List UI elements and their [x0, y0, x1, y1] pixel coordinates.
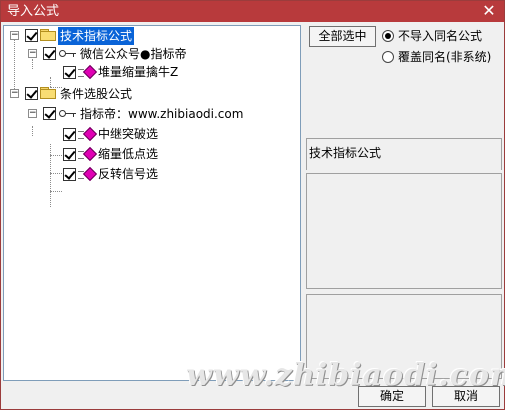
- cancel-button[interactable]: 取消: [432, 386, 500, 407]
- checkbox-group-site[interactable]: [43, 107, 56, 120]
- checkbox-item[interactable]: [63, 66, 76, 79]
- key-icon: [59, 109, 77, 119]
- import-formula-dialog: 导入公式 ✕ − 技术指标公式 − 微信公众号●指标帝 堆量缩量擒牛Z − 条件…: [0, 0, 505, 410]
- tree-item-formula[interactable]: 堆量缩量擒牛Z: [4, 63, 300, 81]
- checkbox-group-wechat[interactable]: [43, 47, 56, 60]
- collapse-icon[interactable]: −: [28, 49, 37, 58]
- collapse-icon[interactable]: −: [10, 31, 19, 40]
- checkbox-item[interactable]: [63, 148, 76, 161]
- formula-icon: [78, 166, 98, 182]
- collapse-icon[interactable]: −: [28, 109, 37, 118]
- tree-item-label[interactable]: 反转信号选: [98, 165, 158, 183]
- radio-skip-duplicates[interactable]: [382, 30, 394, 42]
- description-box: [306, 173, 502, 289]
- checkbox-item[interactable]: [63, 128, 76, 141]
- tree-root-label[interactable]: 技术指标公式: [58, 27, 135, 45]
- tree-group-label[interactable]: 指标帝：www.zhibiaodi.com: [80, 105, 243, 123]
- folder-icon: [40, 87, 56, 99]
- tree-item-formula[interactable]: 反转信号选: [4, 165, 300, 183]
- tree-group-wechat[interactable]: − 微信公众号●指标帝: [4, 45, 300, 63]
- panel-title: 技术指标公式: [309, 146, 382, 160]
- radio-skip-duplicates-label[interactable]: 不导入同名公式: [398, 29, 482, 43]
- tree-group-label[interactable]: 微信公众号●指标帝: [80, 45, 186, 63]
- tree-guide: [50, 191, 62, 192]
- tree-root-tech-indicators[interactable]: − 技术指标公式: [4, 27, 300, 45]
- checkbox-root-tech[interactable]: [25, 29, 38, 42]
- folder-icon: [40, 29, 56, 41]
- key-icon: [59, 49, 77, 59]
- formula-icon: [78, 126, 98, 142]
- tree-group-site[interactable]: − 指标帝：www.zhibiaodi.com: [4, 105, 300, 123]
- formula-icon: [78, 64, 98, 80]
- tree-item-label[interactable]: 堆量缩量擒牛Z: [98, 63, 178, 81]
- tree-root-label[interactable]: 条件选股公式: [60, 85, 132, 103]
- radio-overwrite[interactable]: [382, 51, 394, 63]
- tree-item-label[interactable]: 缩量低点选: [98, 145, 158, 163]
- tree-root-stock-selection[interactable]: − 条件选股公式: [4, 85, 300, 103]
- radio-overwrite-label[interactable]: 覆盖同名(非系统): [398, 50, 491, 64]
- tree-item-formula[interactable]: 缩量低点选: [4, 145, 300, 163]
- checkbox-item[interactable]: [63, 168, 76, 181]
- close-icon[interactable]: ✕: [480, 2, 498, 20]
- title-bar: 导入公式 ✕: [1, 1, 504, 22]
- formula-icon: [78, 146, 98, 162]
- window-title: 导入公式: [7, 4, 60, 19]
- checkbox-root-selection[interactable]: [25, 87, 38, 100]
- collapse-icon[interactable]: −: [10, 89, 19, 98]
- ok-button[interactable]: 确定: [358, 386, 426, 407]
- formula-tree[interactable]: − 技术指标公式 − 微信公众号●指标帝 堆量缩量擒牛Z − 条件选股公式 −: [3, 25, 301, 381]
- tree-item-formula[interactable]: 中继突破选: [4, 125, 300, 143]
- select-all-button[interactable]: 全部选中: [309, 26, 376, 47]
- tree-item-label[interactable]: 中继突破选: [98, 125, 158, 143]
